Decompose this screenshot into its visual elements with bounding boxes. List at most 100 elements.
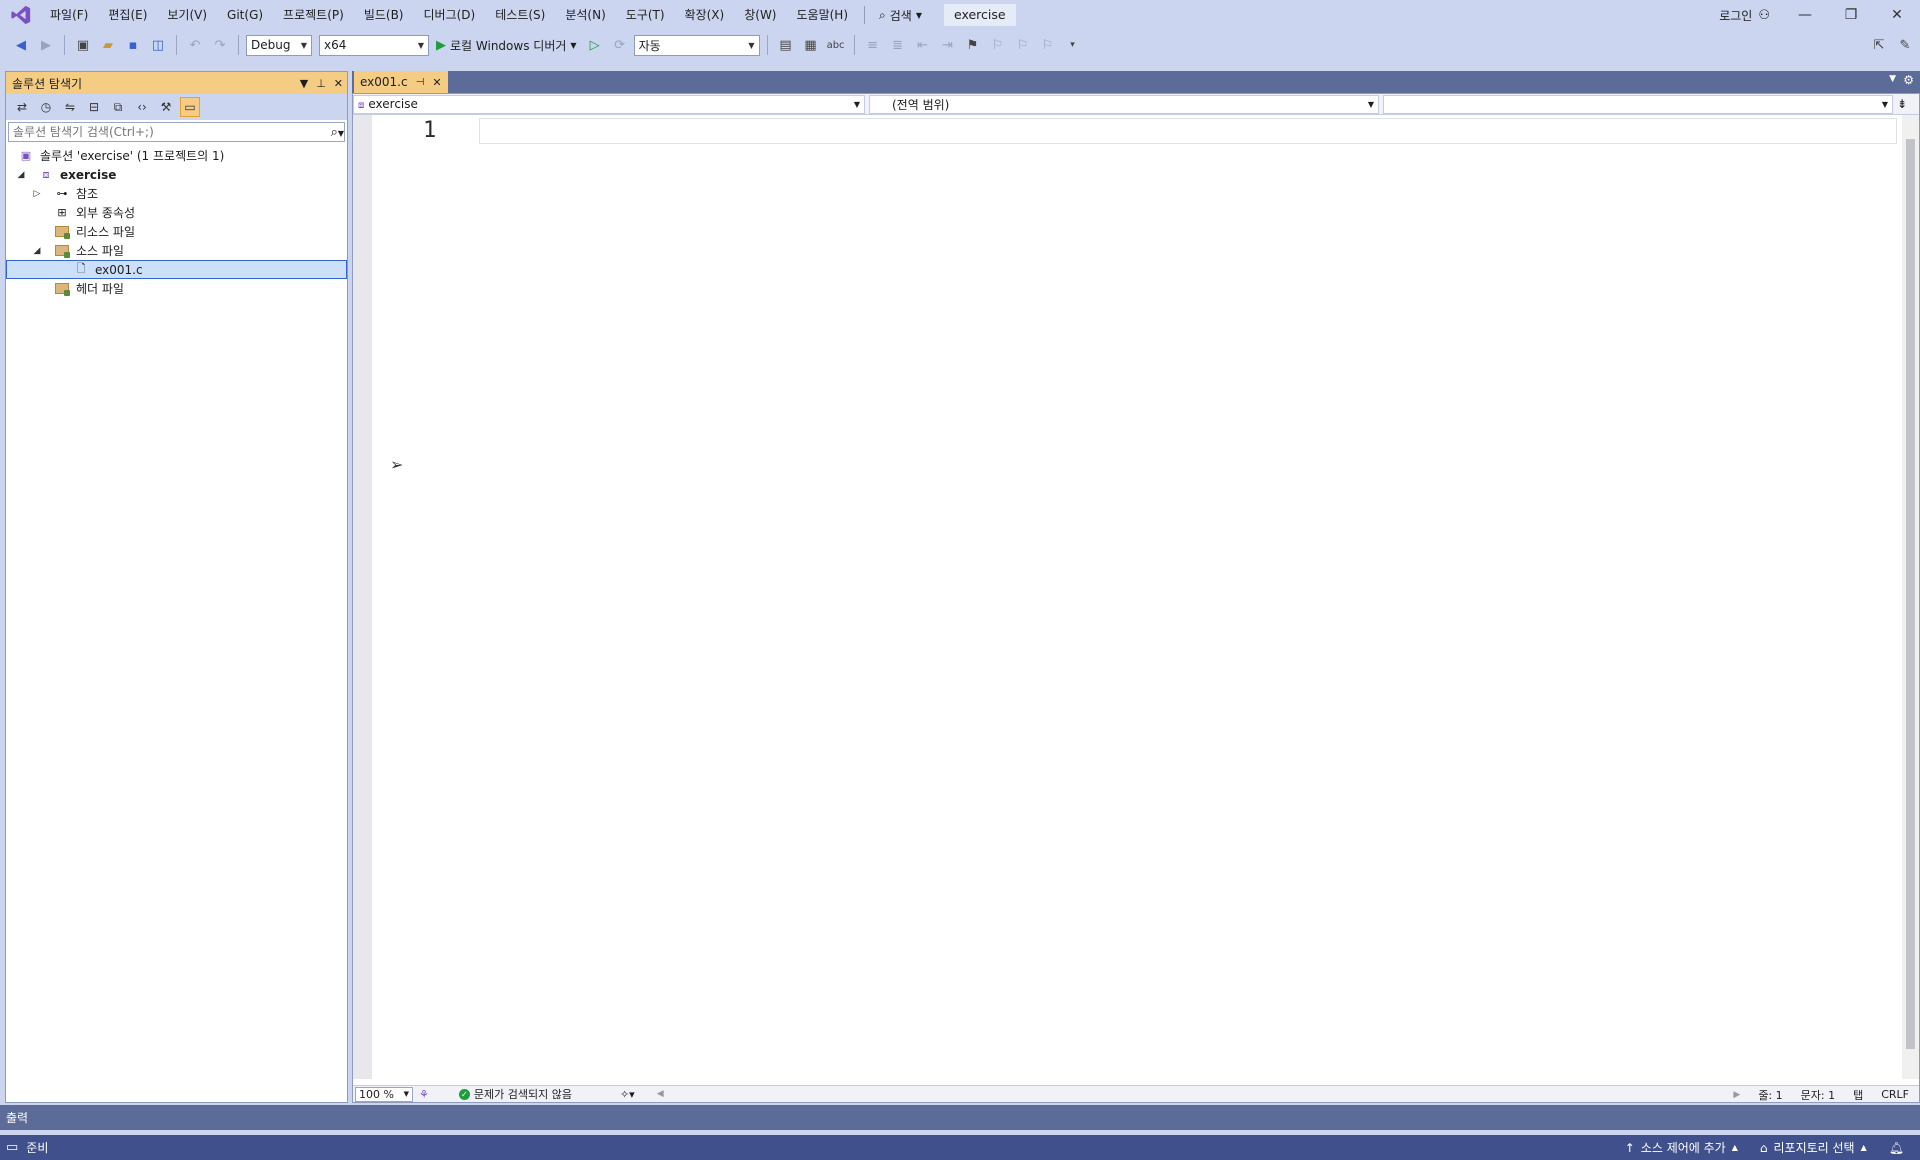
- indent-indicator[interactable]: 탭: [1853, 1087, 1863, 1103]
- toolbar-overflow-icon[interactable]: ▾: [1062, 34, 1084, 56]
- menu-project[interactable]: 프로젝트(P): [273, 0, 354, 30]
- platform-select[interactable]: x64 ▼: [319, 34, 429, 56]
- menu-git[interactable]: Git(G): [217, 0, 273, 30]
- tab-ex001-c[interactable]: ex001.c ⊣ ✕: [354, 71, 448, 93]
- menu-analyze[interactable]: 분석(N): [555, 0, 615, 30]
- tree-source-file-item[interactable]: 🗋 ex001.c: [6, 260, 347, 279]
- repository-button[interactable]: ⌂ 리포지토리 선택 ▲: [1760, 1139, 1867, 1156]
- menu-tools[interactable]: 도구(T): [616, 0, 675, 30]
- menu-window[interactable]: 창(W): [734, 0, 786, 30]
- settings-gear-icon[interactable]: ⚙: [1903, 73, 1914, 87]
- close-window-button[interactable]: ✕: [1874, 0, 1920, 30]
- solution-search-input[interactable]: [13, 125, 303, 139]
- tree-external-deps-node[interactable]: ⊞ 외부 종속성: [6, 203, 347, 222]
- expanded-arrow-icon[interactable]: ◢: [14, 170, 28, 180]
- zoom-select[interactable]: 100 % ▼: [355, 1086, 413, 1102]
- layout-icon[interactable]: ▦: [800, 34, 822, 56]
- pin-icon[interactable]: ⊥: [316, 77, 326, 90]
- feedback-icon[interactable]: ✎: [1894, 34, 1916, 56]
- expanded-arrow-icon[interactable]: ◢: [30, 246, 44, 256]
- uncomment-icon[interactable]: ≣: [887, 34, 909, 56]
- member-select[interactable]: ▼: [1383, 94, 1893, 114]
- redo-icon[interactable]: ↷: [209, 34, 231, 56]
- spellcheck-icon[interactable]: abc: [825, 34, 847, 56]
- tree-project-node[interactable]: ◢ ⧈ exercise: [6, 165, 347, 184]
- clear-bookmarks-icon[interactable]: ⚐: [1037, 34, 1059, 56]
- menu-view[interactable]: 보기(V): [157, 0, 217, 30]
- collapsed-arrow-icon[interactable]: ▷: [30, 189, 44, 199]
- horizontal-scroll-right-icon[interactable]: ▶: [1733, 1090, 1740, 1100]
- line-indicator[interactable]: 줄: 1: [1758, 1087, 1782, 1103]
- close-tab-icon[interactable]: ✕: [432, 76, 441, 89]
- scope-select[interactable]: (전역 범위) ▼: [869, 94, 1379, 114]
- code-cleanup-icon[interactable]: ✧▾: [620, 1088, 635, 1101]
- source-control-button[interactable]: ↑ 소스 제어에 추가 ▲: [1625, 1139, 1738, 1156]
- tab-list-dropdown-icon[interactable]: ▼: [1889, 74, 1896, 84]
- preview-selected-icon[interactable]: ▭: [180, 97, 200, 117]
- bookmark-icon[interactable]: ⚑: [962, 34, 984, 56]
- column-indicator[interactable]: 문자: 1: [1801, 1087, 1835, 1103]
- pin-tab-icon[interactable]: ⊣: [416, 77, 425, 88]
- menu-edit[interactable]: 편집(E): [98, 0, 157, 30]
- undo-icon[interactable]: ↶: [184, 34, 206, 56]
- restore-button[interactable]: ❐: [1828, 0, 1874, 30]
- code-health-icon[interactable]: ⚘: [419, 1088, 429, 1101]
- menu-debug[interactable]: 디버그(D): [414, 0, 486, 30]
- forward-nav-icon[interactable]: ▶: [35, 34, 57, 56]
- save-all-icon[interactable]: ◫: [147, 34, 169, 56]
- properties-icon[interactable]: ⚒: [156, 97, 176, 117]
- tree-source-files-node[interactable]: ◢ 소스 파일: [6, 241, 347, 260]
- scrollbar-thumb[interactable]: [1906, 139, 1915, 1049]
- login-area[interactable]: 로그인 ⚇: [1719, 0, 1770, 30]
- menu-build[interactable]: 빌드(B): [354, 0, 414, 30]
- login-label[interactable]: 로그인: [1719, 7, 1752, 24]
- line-ending-indicator[interactable]: CRLF: [1881, 1088, 1909, 1101]
- menu-extensions[interactable]: 확장(X): [675, 0, 735, 30]
- pending-changes-icon[interactable]: ◷: [36, 97, 56, 117]
- tree-solution-node[interactable]: ▣ 솔루션 'exercise' (1 프로젝트의 1): [6, 146, 347, 165]
- new-project-icon[interactable]: ▣: [72, 34, 94, 56]
- browse-folder-icon[interactable]: ▤: [775, 34, 797, 56]
- back-nav-icon[interactable]: ◀: [10, 34, 32, 56]
- tree-references-node[interactable]: ▷ ⊶ 참조: [6, 184, 347, 203]
- issues-indicator[interactable]: ✓ 문제가 검색되지 않음: [458, 1086, 572, 1102]
- current-line-highlight[interactable]: [479, 118, 1897, 144]
- split-editor-icon[interactable]: ⇟: [1897, 97, 1907, 111]
- indent-icon[interactable]: ⇥: [937, 34, 959, 56]
- next-bookmark-icon[interactable]: ⚐: [1012, 34, 1034, 56]
- tree-resource-files-node[interactable]: 리소스 파일: [6, 222, 347, 241]
- horizontal-scroll-left-icon[interactable]: ◀: [657, 1089, 664, 1099]
- save-icon[interactable]: ▪: [122, 34, 144, 56]
- tree-header-files-node[interactable]: 헤더 파일: [6, 279, 347, 298]
- minimize-button[interactable]: —: [1782, 0, 1828, 30]
- configuration-select[interactable]: Debug ▼: [246, 34, 312, 56]
- sync-active-document-icon[interactable]: ⇋: [60, 97, 80, 117]
- output-panel-tab[interactable]: 출력: [0, 1105, 1920, 1130]
- show-all-files-icon[interactable]: ⧉: [108, 97, 128, 117]
- start-without-debugging-icon[interactable]: ▷: [584, 34, 606, 56]
- menu-help[interactable]: 도움말(H): [787, 0, 859, 30]
- code-editor[interactable]: ⧈ exercise ▼ (전역 범위) ▼ ▼ ⇟ 1 100 % ▼ ⚘ ✓ 문…: [352, 93, 1920, 1103]
- live-share-icon[interactable]: ⇱: [1868, 34, 1890, 56]
- account-icon[interactable]: ⚇: [1758, 8, 1770, 23]
- search-menu[interactable]: ⌕ 검색 ▼: [871, 7, 930, 24]
- notification-center-icon[interactable]: ▭: [6, 1140, 18, 1155]
- close-icon[interactable]: ✕: [334, 77, 343, 90]
- switch-views-icon[interactable]: ⇄: [12, 97, 32, 117]
- solution-explorer-search[interactable]: ⌕▼: [8, 122, 345, 142]
- outdent-icon[interactable]: ⇤: [912, 34, 934, 56]
- comment-icon[interactable]: ≡: [862, 34, 884, 56]
- project-scope-select[interactable]: ⧈ exercise ▼: [353, 94, 865, 114]
- menu-file[interactable]: 파일(F): [40, 0, 98, 30]
- vertical-scrollbar[interactable]: [1902, 115, 1919, 1079]
- code-view-icon[interactable]: ‹›: [132, 97, 152, 117]
- collapse-all-icon[interactable]: ⊟: [84, 97, 104, 117]
- open-folder-icon[interactable]: ▰: [97, 34, 119, 56]
- menu-test[interactable]: 테스트(S): [485, 0, 555, 30]
- start-debugging-button[interactable]: ▶ 로컬 Windows 디버거 ▼: [432, 37, 581, 54]
- hot-reload-icon[interactable]: ⟳: [609, 34, 631, 56]
- search-icon[interactable]: ⌕▼: [331, 125, 344, 140]
- prev-bookmark-icon[interactable]: ⚐: [987, 34, 1009, 56]
- notifications-bell-icon[interactable]: 🔔︎: [1889, 1141, 1904, 1155]
- panel-options-icon[interactable]: ▼: [300, 77, 308, 90]
